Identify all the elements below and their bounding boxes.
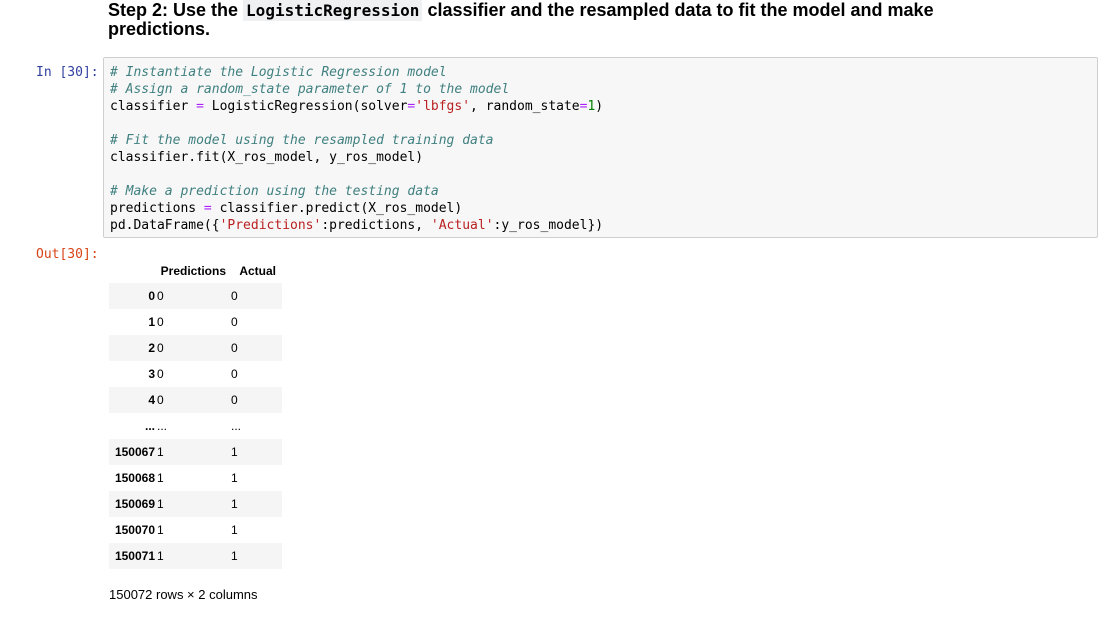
cell-predictions: 1 xyxy=(157,471,164,485)
cell-actual: 1 xyxy=(231,549,238,563)
cell-predictions: 0 xyxy=(157,289,164,303)
cell-actual: 0 xyxy=(231,289,238,303)
dataframe-dimensions: 150072 rows × 2 columns xyxy=(109,587,258,602)
cell-predictions: 0 xyxy=(157,341,164,355)
cell-actual: 0 xyxy=(231,341,238,355)
cell-actual: ... xyxy=(231,419,242,433)
cell-predictions: 1 xyxy=(157,497,164,511)
row-index: 4 xyxy=(148,393,155,407)
cell-predictions: 1 xyxy=(157,445,164,459)
row-index: 3 xyxy=(148,367,155,381)
code-lines: # Instantiate the Logistic Regression mo… xyxy=(110,64,603,234)
heading-prefix: Step 2: Use the xyxy=(108,0,244,20)
code-token: = xyxy=(196,99,204,114)
dataframe-header-row: Predictions Actual xyxy=(109,259,282,283)
code-token: classifier.fit(X_ros_model, y_ros_model) xyxy=(110,150,424,165)
code-token: , random_state xyxy=(470,99,580,114)
code-token: LogisticRegression(solver xyxy=(203,99,408,114)
row-index: 150068 xyxy=(114,471,155,485)
code-line: # Instantiate the Logistic Regression mo… xyxy=(110,64,603,81)
row-index: 150071 xyxy=(114,549,155,563)
cell-actual: 1 xyxy=(231,523,238,537)
code-comment: # Fit the model using the resampled trai… xyxy=(110,133,494,148)
dataframe-body: 0 0 0 1 0 0 2 0 0 3 0 0 4 0 0......... 150067 1 1 150068 1 1… xyxy=(109,283,282,569)
cell-predictions: 0 xyxy=(157,367,164,381)
table-row: 400 xyxy=(109,387,282,413)
code-comment: # Make a prediction using the testing da… xyxy=(110,184,439,199)
code-cell-editor[interactable]: # Instantiate the Logistic Regression mo… xyxy=(103,57,1098,238)
cell-actual: 1 xyxy=(231,497,238,511)
code-token: 'Predictions' xyxy=(219,218,322,233)
cell-predictions: 0 xyxy=(157,393,164,407)
table-row: 100 xyxy=(109,309,282,335)
row-index: 1 xyxy=(148,315,155,329)
code-line: # Fit the model using the resampled trai… xyxy=(110,132,603,149)
table-row: 000 xyxy=(109,283,282,309)
table-row: 300 xyxy=(109,361,282,387)
table-row: 200 xyxy=(109,335,282,361)
heading-inline-code: LogisticRegression xyxy=(243,0,423,21)
index-header xyxy=(109,259,157,283)
code-line: classifier.fit(X_ros_model, y_ros_model) xyxy=(110,149,603,166)
code-token: 'lbfgs' xyxy=(415,99,471,114)
cell-actual: 0 xyxy=(231,367,238,381)
code-token: predictions xyxy=(110,201,204,216)
code-comment: # Instantiate the Logistic Regression mo… xyxy=(110,65,447,80)
column-header-actual: Actual xyxy=(239,264,276,278)
row-index: ... xyxy=(144,419,155,433)
row-index: 150070 xyxy=(114,523,155,537)
markdown-heading: Step 2: Use the LogisticRegression class… xyxy=(108,0,1008,39)
code-token: classifier.predict(X_ros_model) xyxy=(211,201,463,216)
code-token: ) xyxy=(595,99,604,114)
code-comment: # Assign a random_state parameter of 1 t… xyxy=(110,82,510,97)
dataframe-table: Predictions Actual 0 0 0 1 0 0 2 0 0 3 0 0 4 0 0......… xyxy=(109,259,282,569)
code-token: 'Actual' xyxy=(430,218,494,233)
cell-predictions: 1 xyxy=(157,549,164,563)
table-row: 150070 1 1 xyxy=(109,517,282,543)
table-row: 150071 1 1 xyxy=(109,543,282,569)
row-index: 150069 xyxy=(114,497,155,511)
code-line: pd.DataFrame({'Predictions':predictions,… xyxy=(110,217,603,234)
table-row: 150069 1 1 xyxy=(109,491,282,517)
code-line: classifier = LogisticRegression(solver='… xyxy=(110,98,603,115)
cell-predictions: 0 xyxy=(157,315,164,329)
row-index: 0 xyxy=(148,289,155,303)
row-index: 150067 xyxy=(114,445,155,459)
cell-actual: 0 xyxy=(231,315,238,329)
code-line: predictions = classifier.predict(X_ros_m… xyxy=(110,200,603,217)
cell-actual: 0 xyxy=(231,393,238,407)
code-line: # Assign a random_state parameter of 1 t… xyxy=(110,81,603,98)
code-token: = xyxy=(203,201,212,216)
code-line: # Make a prediction using the testing da… xyxy=(110,183,603,200)
code-token: :predictions, xyxy=(321,218,431,233)
column-header-predictions: Predictions xyxy=(160,264,226,278)
table-row: 150067 1 1 xyxy=(109,439,282,465)
input-prompt: In [30]: xyxy=(36,65,99,80)
cell-predictions: 1 xyxy=(157,523,164,537)
cell-actual: 1 xyxy=(231,445,238,459)
cell-predictions: ... xyxy=(157,419,168,433)
row-index: 2 xyxy=(148,341,155,355)
table-row: ......... xyxy=(109,413,282,439)
code-token: classifier xyxy=(110,99,197,114)
code-token: :y_ros_model}) xyxy=(493,218,604,233)
cell-actual: 1 xyxy=(231,471,238,485)
table-row: 150068 1 1 xyxy=(109,465,282,491)
code-token: pd.DataFrame({ xyxy=(110,218,220,233)
output-prompt: Out[30]: xyxy=(36,247,99,262)
